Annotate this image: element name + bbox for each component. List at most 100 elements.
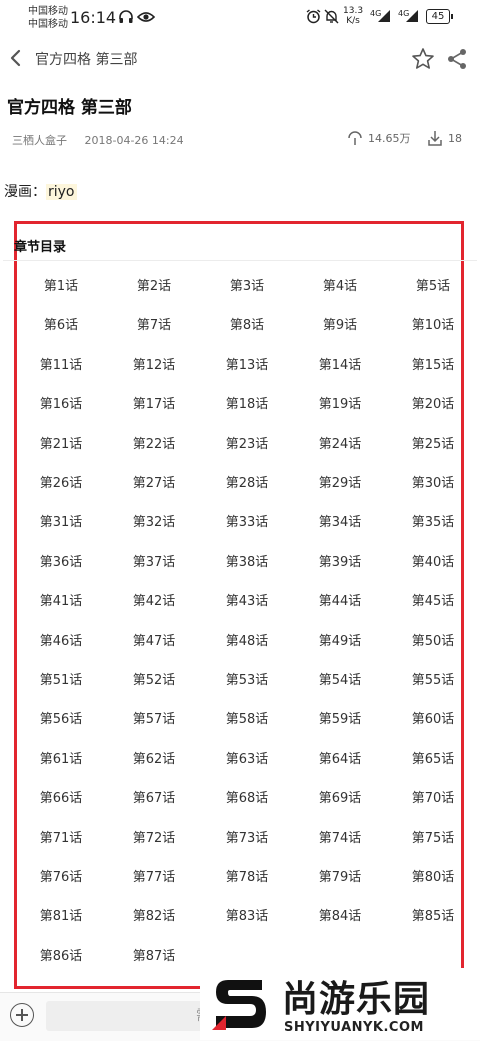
- chapter-item[interactable]: 第62话: [109, 748, 199, 767]
- chapter-item[interactable]: 第34话: [295, 511, 385, 530]
- chapter-item[interactable]: 第71话: [16, 827, 106, 846]
- chapter-item[interactable]: 第26话: [16, 472, 106, 491]
- chapter-item[interactable]: 第41话: [16, 590, 106, 609]
- chapter-item[interactable]: 第66话: [16, 787, 106, 806]
- chapter-item[interactable]: 第11话: [16, 354, 106, 373]
- chapter-item[interactable]: 第59话: [295, 708, 385, 727]
- nav-title: 官方四格 第三部: [35, 52, 138, 68]
- chapter-item[interactable]: 第82话: [109, 905, 199, 924]
- chapter-item[interactable]: 第10话: [388, 314, 478, 333]
- chapter-item[interactable]: 第19话: [295, 393, 385, 412]
- chapter-item[interactable]: 第49话: [295, 630, 385, 649]
- chapter-item[interactable]: 第45话: [388, 590, 478, 609]
- chapter-item[interactable]: 第72话: [109, 827, 199, 846]
- share-icon[interactable]: [446, 47, 468, 71]
- chapter-item[interactable]: 第18话: [202, 393, 292, 412]
- chapter-item[interactable]: 第61话: [16, 748, 106, 767]
- chapter-item[interactable]: 第54话: [295, 669, 385, 688]
- chapter-item[interactable]: 第56话: [16, 708, 106, 727]
- chapter-item[interactable]: 第27话: [109, 472, 199, 491]
- chapter-item[interactable]: 第14话: [295, 354, 385, 373]
- chapter-item[interactable]: 第46话: [16, 630, 106, 649]
- chapter-item[interactable]: 第48话: [202, 630, 292, 649]
- chapter-item[interactable]: 第84话: [295, 905, 385, 924]
- chapter-item[interactable]: 第22话: [109, 433, 199, 452]
- chapter-item[interactable]: 第76话: [16, 866, 106, 885]
- chapter-item[interactable]: 第15话: [388, 354, 478, 373]
- chapter-item[interactable]: 第2话: [109, 275, 199, 294]
- chapter-item[interactable]: 第80话: [388, 866, 478, 885]
- chapter-item[interactable]: 第13话: [202, 354, 292, 373]
- add-icon[interactable]: [10, 1003, 34, 1027]
- author[interactable]: 三栖人盒子: [12, 134, 67, 147]
- chapter-item[interactable]: 第16话: [16, 393, 106, 412]
- chapter-item[interactable]: 第38话: [202, 551, 292, 570]
- chapter-item[interactable]: 第3话: [202, 275, 292, 294]
- chapter-item[interactable]: 第58话: [202, 708, 292, 727]
- chapter-item[interactable]: 第85话: [388, 905, 478, 924]
- chapter-item[interactable]: 第30话: [388, 472, 478, 491]
- chapter-item[interactable]: 第53话: [202, 669, 292, 688]
- chapter-item[interactable]: 第12话: [109, 354, 199, 373]
- chapter-item[interactable]: 第55话: [388, 669, 478, 688]
- views-value: 14.65万: [368, 132, 411, 145]
- chapter-item[interactable]: 第52话: [109, 669, 199, 688]
- chapter-item[interactable]: 第51话: [16, 669, 106, 688]
- chapter-item[interactable]: 第87话: [109, 945, 199, 964]
- chapter-item[interactable]: 第17话: [109, 393, 199, 412]
- chapter-item[interactable]: 第63话: [202, 748, 292, 767]
- chapter-item[interactable]: 第1话: [16, 275, 106, 294]
- divider: [3, 260, 477, 261]
- chapter-item[interactable]: 第20话: [388, 393, 478, 412]
- chapter-item[interactable]: 第24话: [295, 433, 385, 452]
- chapter-item[interactable]: 第64话: [295, 748, 385, 767]
- chapter-item[interactable]: 第21话: [16, 433, 106, 452]
- chapter-item[interactable]: 第83话: [202, 905, 292, 924]
- chapter-item[interactable]: 第69话: [295, 787, 385, 806]
- chapter-item[interactable]: 第68话: [202, 787, 292, 806]
- downloads-value: 18: [448, 131, 462, 145]
- chapter-item[interactable]: 第39话: [295, 551, 385, 570]
- chapter-item[interactable]: 第79话: [295, 866, 385, 885]
- chapter-item[interactable]: 第43话: [202, 590, 292, 609]
- chapter-item[interactable]: 第32话: [109, 511, 199, 530]
- chapter-item[interactable]: 第4话: [295, 275, 385, 294]
- favorite-star-icon[interactable]: [410, 46, 436, 72]
- comment-input[interactable]: 需: [46, 1001, 216, 1031]
- chapter-item[interactable]: 第81话: [16, 905, 106, 924]
- chapter-item[interactable]: 第78话: [202, 866, 292, 885]
- chapter-item[interactable]: 第25话: [388, 433, 478, 452]
- chapter-item[interactable]: 第6话: [16, 314, 106, 333]
- chapter-item[interactable]: 第40话: [388, 551, 478, 570]
- chapter-item[interactable]: 第36话: [16, 551, 106, 570]
- chapter-item[interactable]: 第42话: [109, 590, 199, 609]
- chapter-item[interactable]: 第44话: [295, 590, 385, 609]
- chapter-item[interactable]: 第47话: [109, 630, 199, 649]
- chapter-item[interactable]: 第73话: [202, 827, 292, 846]
- chapter-item[interactable]: 第50话: [388, 630, 478, 649]
- chapter-item[interactable]: 第29话: [295, 472, 385, 491]
- chapter-item[interactable]: 第75话: [388, 827, 478, 846]
- back-arrow-icon[interactable]: [6, 46, 26, 70]
- chapter-item[interactable]: 第74话: [295, 827, 385, 846]
- artist-name[interactable]: riyo: [46, 184, 77, 200]
- chapter-item[interactable]: 第35话: [388, 511, 478, 530]
- chapter-item[interactable]: 第60话: [388, 708, 478, 727]
- chapter-item[interactable]: 第37话: [109, 551, 199, 570]
- chapter-item[interactable]: 第33话: [202, 511, 292, 530]
- chapter-item[interactable]: 第23话: [202, 433, 292, 452]
- chapter-item[interactable]: 第5话: [388, 275, 478, 294]
- chapter-item[interactable]: 第7话: [109, 314, 199, 333]
- chapter-item[interactable]: 第86话: [16, 945, 106, 964]
- chapter-item[interactable]: 第70话: [388, 787, 478, 806]
- chapter-item[interactable]: 第28话: [202, 472, 292, 491]
- chapter-item[interactable]: 第31话: [16, 511, 106, 530]
- chapter-item[interactable]: 第65话: [388, 748, 478, 767]
- chapter-item[interactable]: 第57话: [109, 708, 199, 727]
- chapter-item[interactable]: 第9话: [295, 314, 385, 333]
- chapter-item[interactable]: 第8话: [202, 314, 292, 333]
- chapter-item[interactable]: 第67话: [109, 787, 199, 806]
- chapter-item[interactable]: 第77话: [109, 866, 199, 885]
- carrier-1: 中国移动: [28, 6, 68, 17]
- speed-unit: K/s: [346, 16, 360, 26]
